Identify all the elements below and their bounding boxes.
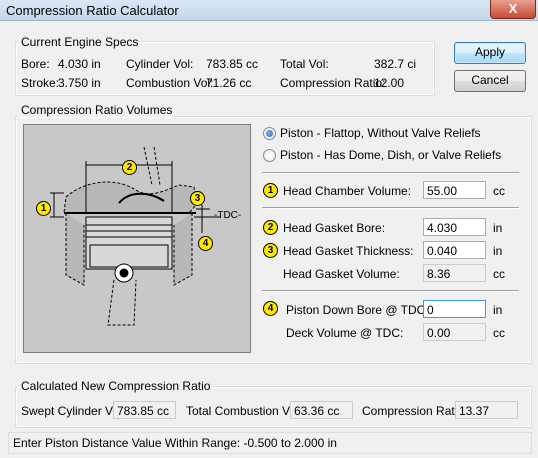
gasket-thickness-marker: 3 — [263, 243, 278, 258]
diagram-marker-3: 3 — [190, 191, 205, 206]
deck-volume-value: 0.00 — [423, 323, 486, 341]
gasket-volume-value: 8.36 — [423, 264, 486, 282]
cylinder-vol-value: 783.85 cc — [206, 57, 259, 71]
close-icon: X — [508, 1, 518, 16]
cancel-button[interactable]: Cancel — [454, 70, 526, 92]
diagram-marker-1: 1 — [36, 201, 51, 216]
total-combustion-label: Total Combustion Vol: — [186, 404, 303, 418]
radio-dome[interactable] — [263, 149, 276, 162]
current-specs-label: Current Engine Specs — [19, 35, 141, 49]
engine-diagram: 2 1 3 4 -TDC- — [23, 124, 251, 353]
gasket-bore-input[interactable]: 4.030 — [423, 218, 486, 236]
new-ratio-value: 13.37 — [455, 401, 518, 419]
combustion-vol-value: 71.26 cc — [206, 76, 252, 90]
radio-dome-label[interactable]: Piston - Has Dome, Dish, or Valve Relief… — [280, 148, 501, 162]
total-vol-value: 382.7 ci — [374, 57, 417, 71]
status-text: Enter Piston Distance Value Within Range… — [13, 436, 337, 450]
compression-ratio-label: Compression Ratio: — [280, 76, 386, 90]
volumes-label: Compression Ratio Volumes — [19, 103, 175, 117]
cylinder-vol-label: Cylinder Vol: — [126, 57, 194, 71]
gasket-bore-marker: 2 — [263, 220, 278, 235]
swept-vol-label: Swept Cylinder Vol: — [21, 404, 126, 418]
calculated-label: Calculated New Compression Ratio — [19, 379, 213, 393]
stroke-value: 3.750 in — [58, 76, 101, 90]
diagram-marker-2: 2 — [122, 160, 137, 175]
tdc-label: -TDC- — [214, 210, 242, 221]
head-chamber-label: Head Chamber Volume: — [283, 184, 412, 198]
diagram-marker-4: 4 — [198, 236, 213, 251]
total-vol-label: Total Vol: — [280, 57, 329, 71]
divider — [262, 207, 519, 209]
compression-ratio-value: 12.00 — [374, 76, 405, 90]
radio-flattop[interactable] — [263, 127, 276, 140]
swept-vol-value: 783.85 cc — [113, 401, 176, 419]
piston-down-label: Piston Down Bore @ TDC: — [286, 303, 429, 317]
piston-down-input[interactable]: 0 — [423, 300, 486, 318]
combustion-vol-label: Combustion Vol: — [126, 76, 214, 90]
head-chamber-input[interactable]: 55.00 — [423, 181, 486, 199]
bore-value: 4.030 in — [58, 57, 101, 71]
gasket-bore-unit: in — [493, 221, 503, 235]
deck-volume-unit: cc — [493, 326, 505, 340]
total-combustion-value: 63.36 cc — [290, 401, 353, 419]
gasket-bore-label: Head Gasket Bore: — [283, 221, 386, 235]
deck-volume-label: Deck Volume @ TDC: — [286, 326, 404, 340]
radio-flattop-label[interactable]: Piston - Flattop, Without Valve Reliefs — [280, 126, 481, 140]
divider — [262, 290, 519, 292]
gasket-volume-label: Head Gasket Volume: — [283, 267, 400, 281]
piston-down-marker: 4 — [263, 301, 278, 316]
bore-label: Bore: — [21, 57, 50, 71]
apply-button[interactable]: Apply — [454, 42, 526, 64]
head-chamber-marker: 1 — [263, 183, 278, 198]
piston-diagram-svg — [50, 146, 220, 326]
head-chamber-unit: cc — [493, 184, 505, 198]
stroke-label: Stroke: — [21, 76, 60, 90]
gasket-thickness-input[interactable]: 0.040 — [423, 241, 486, 259]
gasket-thickness-label: Head Gasket Thickness: — [283, 244, 414, 258]
piston-down-unit: in — [493, 303, 503, 317]
divider — [262, 172, 519, 174]
close-button[interactable]: X — [490, 0, 536, 19]
window-title: Compression Ratio Calculator — [6, 3, 179, 18]
new-ratio-label: Compression Ratio: — [362, 404, 468, 418]
gasket-volume-unit: cc — [493, 267, 505, 281]
gasket-thickness-unit: in — [493, 244, 503, 258]
